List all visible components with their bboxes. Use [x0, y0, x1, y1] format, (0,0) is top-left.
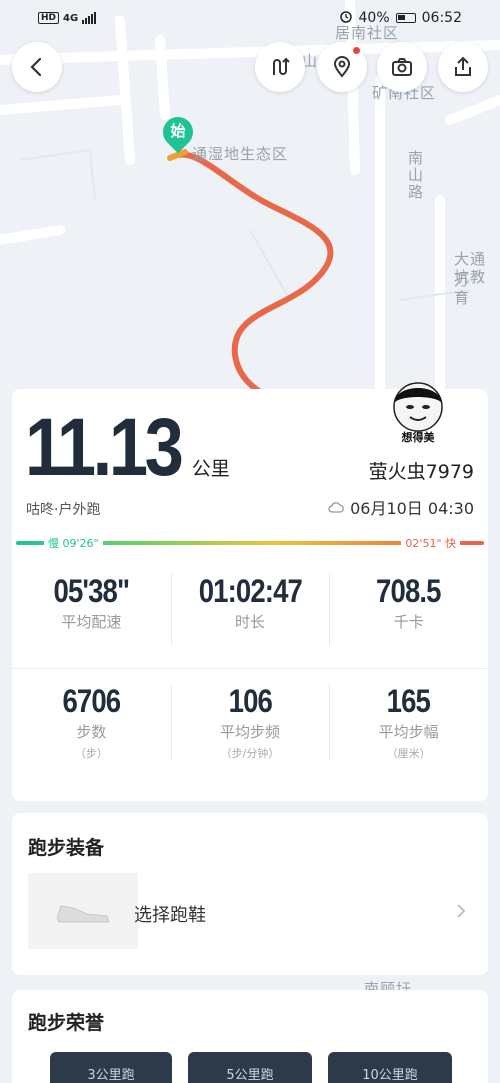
- map-label: 南山路: [406, 150, 424, 201]
- location-button[interactable]: [317, 42, 367, 92]
- select-shoes-label: 选择跑鞋: [134, 905, 206, 926]
- battery-percent: 40%: [358, 10, 390, 26]
- signal-icon: [82, 12, 97, 24]
- start-marker: 始: [156, 110, 200, 155]
- back-button[interactable]: [12, 42, 62, 92]
- network-gen: 4G: [63, 12, 79, 24]
- share-button[interactable]: [438, 42, 488, 92]
- avatar-caption: 想得美: [401, 430, 436, 444]
- running-honor-card: 跑步荣誉 3公里跑 5公里跑 10公里跑: [12, 990, 488, 1083]
- clock: 06:52: [421, 10, 462, 26]
- honor-badge[interactable]: 5公里跑: [188, 1052, 312, 1083]
- chevron-right-icon: [457, 904, 466, 918]
- map-label: 坑教育: [454, 268, 487, 307]
- divider: [12, 668, 488, 669]
- stats-row-secondary: 6706 步数 （步） 106 平均步频 （步/分钟） 165 平均步幅 （厘米…: [12, 683, 488, 761]
- route-replay-button[interactable]: [255, 42, 305, 92]
- avatar[interactable]: 想得美: [382, 375, 454, 447]
- stat-steps: 6706 步数 （步）: [62, 683, 121, 761]
- stat-cadence: 106 平均步频 （步/分钟）: [170, 683, 330, 760]
- status-bar: HD 4G 40% 06:52: [0, 0, 500, 36]
- stats-row-primary: 05'38" 平均配速 01:02:47 时长 708.5 千卡: [12, 573, 488, 646]
- activity-source: 咕咚·户外跑: [26, 502, 101, 518]
- camera-button[interactable]: [377, 42, 427, 92]
- chevron-left-icon: [30, 57, 42, 77]
- shoe-icon: [56, 905, 110, 923]
- location-pin-icon: [333, 56, 351, 78]
- share-icon: [455, 56, 471, 76]
- pace-slow-label: 慢 09'26": [44, 535, 103, 551]
- battery-icon: [395, 13, 416, 23]
- route-icon: [273, 57, 290, 75]
- stat-duration: 01:02:47 时长: [170, 573, 330, 646]
- run-summary-card: 11.13 公里 想得美 萤火虫7979 咕咚·户外跑 06月10日 04:30…: [12, 382, 488, 801]
- honor-badge[interactable]: 3公里跑: [50, 1052, 172, 1083]
- run-datetime: 06月10日 04:30: [328, 495, 474, 519]
- cloud-icon: [328, 502, 344, 513]
- section-title: 跑步荣誉: [28, 1012, 105, 1034]
- alarm-icon: [339, 9, 353, 27]
- hd-badge: HD: [38, 12, 60, 24]
- pace-fast-label: 02'51" 快: [401, 535, 460, 551]
- stat-calories: 708.5 千卡: [329, 573, 488, 646]
- distance: 11.13 公里: [25, 407, 230, 489]
- camera-icon: [392, 58, 412, 76]
- shoe-placeholder: [28, 873, 138, 949]
- honor-badge[interactable]: 10公里跑: [328, 1052, 452, 1083]
- stat-avg-pace: 05'38" 平均配速: [53, 573, 131, 632]
- notification-dot: [353, 47, 360, 54]
- running-gear-card[interactable]: 跑步装备 选择跑鞋: [12, 813, 488, 975]
- username: 萤火虫7979: [368, 461, 474, 483]
- distance-unit: 公里: [191, 458, 230, 480]
- distance-value: 11.13: [25, 402, 184, 493]
- route-path: [175, 151, 334, 395]
- map-label: 通湿地生态区: [192, 145, 289, 163]
- stat-stride: 165 平均步幅 （厘米）: [329, 683, 488, 760]
- section-title: 跑步装备: [28, 837, 105, 859]
